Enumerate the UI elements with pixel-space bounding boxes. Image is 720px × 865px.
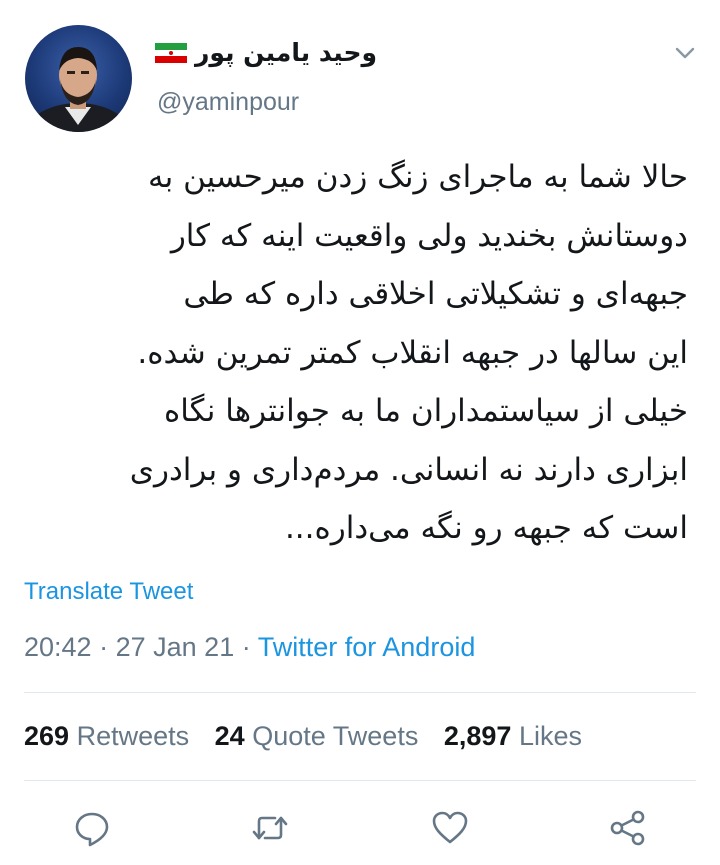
action-bar bbox=[0, 808, 720, 853]
author-name-row[interactable]: وحید یامین پور bbox=[155, 38, 377, 67]
likes-count: 2,897 bbox=[443, 721, 512, 751]
avatar[interactable] bbox=[25, 25, 132, 132]
tweet-text: حالا شما به ماجرای زنگ زدن میرحسین به دو… bbox=[129, 159, 688, 546]
divider bbox=[24, 780, 696, 781]
chevron-down-icon[interactable] bbox=[672, 40, 698, 66]
iran-flag-icon bbox=[155, 42, 187, 63]
author-handle[interactable]: @yaminpour bbox=[157, 88, 299, 117]
author-display-name: وحید یامین پور bbox=[195, 38, 378, 67]
meta-separator: · bbox=[241, 632, 251, 662]
retweets-label: Retweets bbox=[76, 721, 190, 751]
translate-tweet-link[interactable]: Translate Tweet bbox=[24, 578, 193, 606]
tweet-source-link[interactable]: Twitter for Android bbox=[258, 632, 476, 662]
tweet-stats: 269 Retweets 24 Quote Tweets 2,897 Likes bbox=[24, 721, 600, 752]
quote-tweets-stat[interactable]: 24 Quote Tweets bbox=[215, 721, 419, 751]
retweets-count: 269 bbox=[24, 721, 70, 751]
likes-stat[interactable]: 2,897 Likes bbox=[444, 721, 582, 751]
quote-tweets-label: Quote Tweets bbox=[252, 721, 419, 751]
share-icon[interactable] bbox=[608, 808, 648, 848]
meta-separator: · bbox=[99, 632, 109, 662]
retweets-stat[interactable]: 269 Retweets bbox=[24, 721, 189, 751]
like-icon[interactable] bbox=[430, 808, 470, 848]
tweet-time: 20:42 bbox=[24, 632, 92, 662]
retweet-icon[interactable] bbox=[250, 808, 290, 848]
likes-label: Likes bbox=[518, 721, 582, 751]
tweet-date: 27 Jan 21 bbox=[115, 632, 235, 662]
divider bbox=[24, 692, 696, 693]
quote-tweets-count: 24 bbox=[214, 721, 245, 751]
tweet-meta: 20:42 · 27 Jan 21 · Twitter for Android bbox=[24, 632, 475, 663]
reply-icon[interactable] bbox=[72, 808, 112, 848]
